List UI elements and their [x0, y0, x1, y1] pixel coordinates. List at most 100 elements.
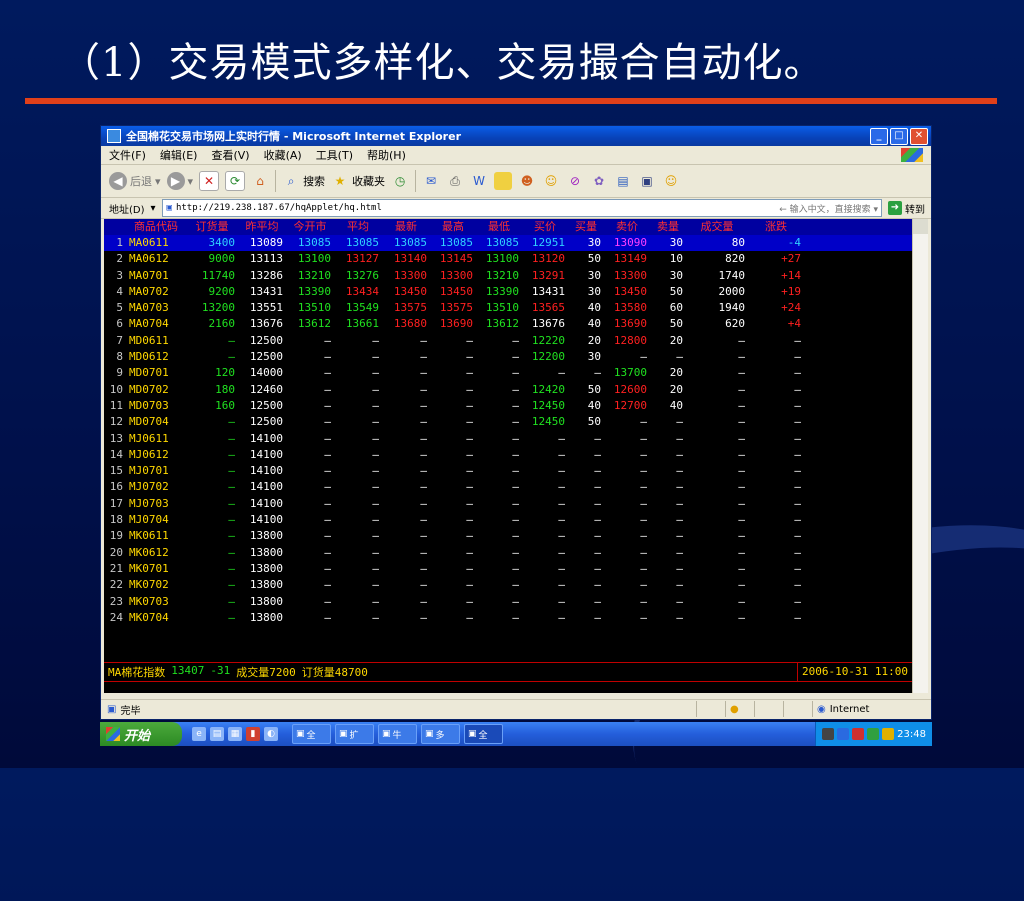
- forward-button[interactable]: ▶ ▾: [166, 172, 193, 190]
- column-header[interactable]: 最新: [382, 219, 430, 235]
- row-number: 14: [109, 447, 123, 461]
- table-row[interactable]: 13 MJ0611 — 14100 — — — — — — — — — — —: [104, 431, 912, 447]
- task-button[interactable]: ▣ 全: [292, 724, 331, 744]
- row-filler: [804, 496, 912, 512]
- table-row[interactable]: 12 MD0704 — 12500 — — — — — 12450 50 — — — —: [104, 414, 912, 430]
- emoticon-icon[interactable]: ☺: [662, 172, 680, 190]
- media-icon[interactable]: ▣: [638, 172, 656, 190]
- table-cell: —: [466, 366, 473, 380]
- column-header[interactable]: 成交量: [686, 219, 748, 235]
- column-header[interactable]: 买量: [568, 219, 604, 235]
- table-row[interactable]: 15 MJ0701 — 14100 — — — — — — — — — — —: [104, 463, 912, 479]
- table-row[interactable]: 22 MK0702 — 13800 — — — — — — — — — — —: [104, 577, 912, 593]
- block-icon[interactable]: ⊘: [566, 172, 584, 190]
- menu-help[interactable]: 帮助(H): [367, 147, 406, 163]
- table-row[interactable]: 18 MJ0704 — 14100 — — — — — — — — — — —: [104, 512, 912, 528]
- column-header[interactable]: 涨跌: [748, 219, 804, 235]
- table-row[interactable]: 16 MJ0702 — 14100 — — — — — — — — — — —: [104, 479, 912, 495]
- column-header[interactable]: 买价: [522, 219, 568, 235]
- close-button[interactable]: ✕: [910, 127, 928, 145]
- status-bar: ▣ 完毕 ● ◉ Internet: [101, 699, 931, 718]
- table-cell: —: [372, 594, 379, 608]
- go-button[interactable]: ➜ 转到: [888, 201, 931, 216]
- table-row[interactable]: 14 MJ0612 — 14100 — — — — — — — — — — —: [104, 447, 912, 463]
- mail-icon[interactable]: ✉: [422, 172, 440, 190]
- start-button[interactable]: 开始: [100, 722, 182, 746]
- tray-icon[interactable]: [822, 728, 835, 740]
- refresh-icon[interactable]: ⟳: [225, 171, 246, 191]
- menu-view[interactable]: 查看(V): [211, 147, 249, 163]
- table-cell: —: [228, 594, 235, 608]
- table-row[interactable]: 5 MA0703 13200 13551 13510 13549 13575 13575 135…: [104, 300, 912, 316]
- favorites-button[interactable]: ★ 收藏夹: [331, 172, 385, 190]
- column-header[interactable]: 订货量: [186, 219, 238, 235]
- quicklaunch-icon[interactable]: ▤: [210, 727, 224, 741]
- print-icon[interactable]: ⎙: [446, 172, 464, 190]
- table-row[interactable]: 3 MA0701 11740 13286 13210 13276 13300 13300 132…: [104, 268, 912, 284]
- column-header[interactable]: 最低: [476, 219, 522, 235]
- smiley-icon[interactable]: ☺: [542, 172, 560, 190]
- window-titlebar[interactable]: 全国棉花交易市场网上实时行情 - Microsoft Internet Expl…: [101, 126, 931, 146]
- task-button[interactable]: ▣ 多: [421, 724, 460, 744]
- history-icon[interactable]: ◷: [391, 172, 409, 190]
- table-cell: —: [324, 545, 331, 559]
- table-row[interactable]: 9 MD0701 120 14000 — — — — — — — 13700 20 — —: [104, 365, 912, 381]
- quicklaunch-icon[interactable]: ▦: [228, 727, 242, 741]
- vertical-scrollbar[interactable]: [912, 219, 928, 693]
- task-button[interactable]: ▣ 牛: [378, 724, 417, 744]
- menu-file[interactable]: 文件(F): [109, 147, 146, 163]
- table-cell: —: [324, 415, 331, 429]
- stop-icon[interactable]: ✕: [199, 171, 220, 191]
- warning-icon[interactable]: ●: [730, 704, 739, 715]
- table-row[interactable]: 23 MK0703 — 13800 — — — — — — — — — — —: [104, 594, 912, 610]
- table-row[interactable]: 19 MK0611 — 13800 — — — — — — — — — — —: [104, 528, 912, 544]
- gear-icon[interactable]: ✿: [590, 172, 608, 190]
- menu-tools[interactable]: 工具(T): [316, 147, 353, 163]
- table-row[interactable]: 2 MA0612 9000 13113 13100 13127 13140 13145 1310…: [104, 251, 912, 267]
- table-row[interactable]: 21 MK0701 — 13800 — — — — — — — — — — —: [104, 561, 912, 577]
- table-row[interactable]: 17 MJ0703 — 14100 — — — — — — — — — — —: [104, 496, 912, 512]
- menu-favorites[interactable]: 收藏(A): [264, 147, 302, 163]
- address-input[interactable]: ▣ http://219.238.187.67/hqApplet/hq.html…: [161, 199, 882, 217]
- column-header[interactable]: 卖价: [604, 219, 650, 235]
- tray-icon[interactable]: [882, 728, 895, 740]
- edit-word-icon[interactable]: W: [470, 172, 488, 190]
- discuss-icon[interactable]: [494, 172, 513, 190]
- table-row[interactable]: 8 MD0612 — 12500 — — — — — 12200 30 — — — —: [104, 349, 912, 365]
- table-row[interactable]: 11 MD0703 160 12500 — — — — — 12450 40 12700 40 — —: [104, 398, 912, 414]
- task-button[interactable]: ▣ 扩: [335, 724, 374, 744]
- quicklaunch-ie-icon[interactable]: e: [192, 727, 206, 741]
- back-button[interactable]: ◀ 后退 ▾: [109, 172, 161, 190]
- column-header[interactable]: 今开市: [286, 219, 334, 235]
- column-header[interactable]: 昨平均: [238, 219, 286, 235]
- table-row[interactable]: 7 MD0611 — 12500 — — — — — 12220 20 12800 20 — —: [104, 333, 912, 349]
- commodity-code: MD0611: [129, 333, 169, 347]
- task-button[interactable]: ▣ 全: [464, 724, 503, 744]
- table-row[interactable]: 20 MK0612 — 13800 — — — — — — — — — — —: [104, 545, 912, 561]
- table-row[interactable]: 1 MA0611 3400 13089 13085 13085 13085 13085 1308…: [104, 235, 912, 252]
- column-header[interactable]: 平均: [334, 219, 382, 235]
- table-row[interactable]: 6 MA0704 2160 13676 13612 13661 13680 13690 1361…: [104, 316, 912, 332]
- table-cell: 30: [568, 235, 604, 252]
- tray-icon[interactable]: [867, 728, 880, 740]
- column-header[interactable]: 商品代码: [126, 219, 186, 235]
- index-name: MA棉花指数: [108, 666, 166, 679]
- search-button[interactable]: ⌕ 搜索: [282, 172, 325, 190]
- quicklaunch-icon[interactable]: ◐: [264, 727, 278, 741]
- column-header[interactable]: 最高: [430, 219, 476, 235]
- table-row[interactable]: 24 MK0704 — 13800 — — — — — — — — — — —: [104, 610, 912, 626]
- quicklaunch-icon[interactable]: ▮: [246, 727, 260, 741]
- research-icon[interactable]: ▤: [614, 172, 632, 190]
- minimize-button[interactable]: _: [870, 127, 888, 145]
- tray-icon[interactable]: [837, 728, 850, 740]
- tray-icon[interactable]: [852, 728, 865, 740]
- table-row[interactable]: 4 MA0702 9200 13431 13390 13434 13450 13450 1339…: [104, 284, 912, 300]
- maximize-button[interactable]: □: [890, 127, 908, 145]
- table-row[interactable]: 10 MD0702 180 12460 — — — — — 12420 50 12600 20 — —: [104, 382, 912, 398]
- commodity-code: MA0612: [129, 252, 169, 266]
- messenger-icon[interactable]: ☻: [518, 172, 536, 190]
- home-icon[interactable]: ⌂: [251, 172, 269, 190]
- menu-edit[interactable]: 编辑(E): [160, 147, 198, 163]
- table-cell: —: [228, 350, 235, 364]
- column-header[interactable]: 卖量: [650, 219, 686, 235]
